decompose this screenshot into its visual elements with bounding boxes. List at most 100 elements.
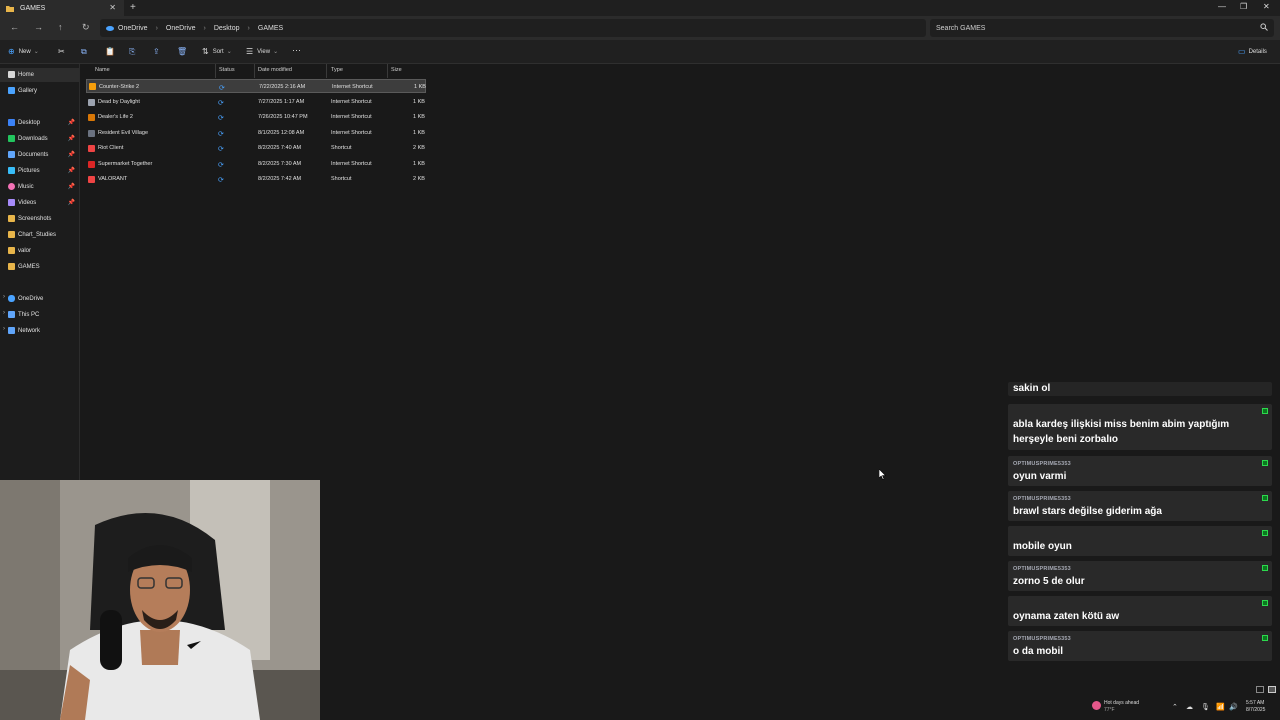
close-button[interactable]: ✕: [1263, 2, 1270, 11]
speaker-icon[interactable]: 🔊: [1229, 703, 1238, 711]
sidebar-item-label: Desktop: [18, 120, 41, 126]
clock-date[interactable]: 8/7/2025: [1246, 707, 1265, 713]
sidebar-item-videos[interactable]: Videos 📌: [0, 196, 79, 210]
sort-label: Sort: [212, 48, 224, 55]
file-name: Resident Evil Village: [98, 130, 149, 136]
cloud-icon[interactable]: ☁: [1186, 703, 1193, 711]
refresh-icon[interactable]: ↻: [82, 22, 90, 33]
sort-button[interactable]: ⇅ Sort ⌄: [202, 47, 232, 56]
chevron-right-icon[interactable]: ›: [3, 294, 5, 300]
file-row[interactable]: Riot Client ⟳ 8/2/2025 7:40 AM Shortcut …: [86, 141, 426, 155]
sidebar-item-label: Chart_Studies: [18, 232, 57, 238]
search-input[interactable]: Search GAMES: [930, 19, 1274, 37]
pin-icon[interactable]: 📌: [68, 151, 75, 158]
chevron-right-icon[interactable]: ›: [3, 326, 5, 332]
breadcrumb-item[interactable]: GAMES: [258, 25, 283, 32]
file-row[interactable]: Supermarket Together ⟳ 8/2/2025 7:30 AM …: [86, 157, 426, 171]
chat-message: mobile oyun: [1008, 526, 1272, 556]
address-bar[interactable]: OneDrive › OneDrive › Desktop › GAMES: [100, 19, 926, 37]
breadcrumb-item[interactable]: OneDrive: [118, 25, 148, 32]
maximize-button[interactable]: ❐: [1240, 2, 1247, 11]
minimize-button[interactable]: —: [1218, 2, 1226, 11]
file-row[interactable]: Counter-Strike 2 ⟳ 7/22/2025 2:16 AM Int…: [86, 79, 426, 93]
column-divider[interactable]: [387, 64, 388, 78]
file-type: Internet Shortcut: [331, 99, 372, 105]
sidebar-item-label: Screenshots: [18, 216, 52, 222]
sidebar-item-label: Home: [18, 72, 35, 78]
pin-icon[interactable]: 📌: [68, 135, 75, 142]
sidebar-item-desktop[interactable]: Desktop 📌: [0, 116, 79, 130]
forward-arrow-icon[interactable]: →: [34, 22, 43, 32]
column-header-date[interactable]: Date modified: [258, 67, 292, 73]
view-button[interactable]: ☰ View ⌄: [246, 47, 278, 56]
file-row[interactable]: Resident Evil Village ⟳ 8/1/2025 12:08 A…: [86, 126, 426, 140]
sidebar-item-home[interactable]: Home: [0, 68, 79, 82]
up-arrow-icon[interactable]: ↑: [58, 22, 63, 32]
downloads-icon: [8, 135, 15, 142]
breadcrumb-item[interactable]: Desktop: [214, 25, 240, 32]
microphone-icon[interactable]: 🎙: [1201, 703, 1210, 711]
sidebar-item-gallery[interactable]: Gallery: [0, 84, 79, 98]
file-row[interactable]: Dead by Daylight ⟳ 7/27/2025 1:17 AM Int…: [86, 95, 426, 109]
cut-icon[interactable]: ✂: [58, 47, 65, 56]
chat-username: OPTIMUSPRIME5353: [1013, 461, 1071, 467]
chat-message: OPTIMUSPRIME5353 zorno 5 de olur: [1008, 561, 1272, 591]
wifi-icon[interactable]: 📶: [1216, 703, 1225, 711]
file-type: Internet Shortcut: [331, 161, 372, 167]
new-button[interactable]: ⊕ New ⌄: [8, 47, 39, 56]
sidebar-item-onedrive[interactable]: › OneDrive: [0, 292, 79, 306]
breadcrumb-item[interactable]: OneDrive: [166, 25, 196, 32]
file-row[interactable]: VALORANT ⟳ 8/2/2025 7:42 AM Shortcut 2 K…: [86, 172, 426, 186]
column-header-size[interactable]: Size: [391, 67, 402, 73]
file-row[interactable]: Dealer's Life 2 ⟳ 7/26/2025 10:47 PM Int…: [86, 110, 426, 124]
more-options-icon[interactable]: ···: [292, 45, 301, 55]
sidebar-item-label: Network: [18, 328, 41, 334]
sidebar-item-screenshots[interactable]: Screenshots: [0, 212, 79, 226]
sidebar-item-valor[interactable]: valor: [0, 244, 79, 258]
back-arrow-icon[interactable]: ←: [10, 22, 19, 32]
sidebar-item-games[interactable]: GAMES: [0, 260, 79, 274]
details-view-icon[interactable]: [1256, 686, 1264, 693]
chevron-right-icon[interactable]: ›: [3, 310, 5, 316]
column-header-name[interactable]: Name: [95, 67, 110, 73]
pin-icon[interactable]: 📌: [68, 199, 75, 206]
column-header-status[interactable]: Status: [219, 67, 235, 73]
folder-icon: [8, 263, 15, 270]
weather-title[interactable]: Hot days ahead: [1104, 700, 1139, 706]
tab-close-icon[interactable]: ✕: [109, 3, 116, 12]
chevron-up-icon[interactable]: ⌃: [1172, 703, 1178, 711]
explorer-tab[interactable]: GAMES ✕: [0, 0, 124, 16]
clock-time[interactable]: 5:57 AM: [1246, 700, 1264, 706]
sidebar-item-chart-studies[interactable]: Chart_Studies: [0, 228, 79, 242]
sidebar-item-music[interactable]: Music 📌: [0, 180, 79, 194]
sidebar-item-label: Gallery: [18, 88, 38, 94]
pin-icon[interactable]: 📌: [68, 183, 75, 190]
pin-icon[interactable]: 📌: [68, 167, 75, 174]
column-divider[interactable]: [254, 64, 255, 78]
sidebar-item-documents[interactable]: Documents 📌: [0, 148, 79, 162]
webcam-feed-image: [0, 480, 320, 720]
chat-badge-icon: [1262, 495, 1268, 501]
sidebar-item-pictures[interactable]: Pictures 📌: [0, 164, 79, 178]
system-tray: Hot days ahead 77°F ⌃ ☁ 🎙 📶 🔊 5:57 AM 8/…: [1080, 696, 1280, 720]
paste-icon[interactable]: 📋: [105, 47, 115, 56]
new-tab-button[interactable]: +: [130, 2, 136, 13]
sidebar-item-downloads[interactable]: Downloads 📌: [0, 132, 79, 146]
sidebar-item-network[interactable]: › Network: [0, 324, 79, 338]
tiles-view-icon[interactable]: [1268, 686, 1276, 693]
delete-icon[interactable]: 🗑: [177, 47, 187, 56]
details-button[interactable]: ▭ Details: [1238, 47, 1267, 56]
rename-icon[interactable]: ⎘: [129, 47, 135, 57]
pin-icon[interactable]: 📌: [68, 119, 75, 126]
copy-icon[interactable]: ⧉: [81, 47, 87, 57]
file-type: Internet Shortcut: [331, 114, 372, 120]
search-icon[interactable]: [1260, 23, 1268, 31]
file-date: 7/27/2025 1:17 AM: [258, 99, 305, 105]
weather-icon[interactable]: [1092, 701, 1101, 710]
sidebar-item-this-pc[interactable]: › This PC: [0, 308, 79, 322]
tab-title: GAMES: [20, 4, 46, 12]
column-divider[interactable]: [215, 64, 216, 78]
share-icon[interactable]: ⇪: [153, 47, 160, 56]
column-header-type[interactable]: Type: [331, 67, 343, 73]
column-divider[interactable]: [326, 64, 327, 78]
